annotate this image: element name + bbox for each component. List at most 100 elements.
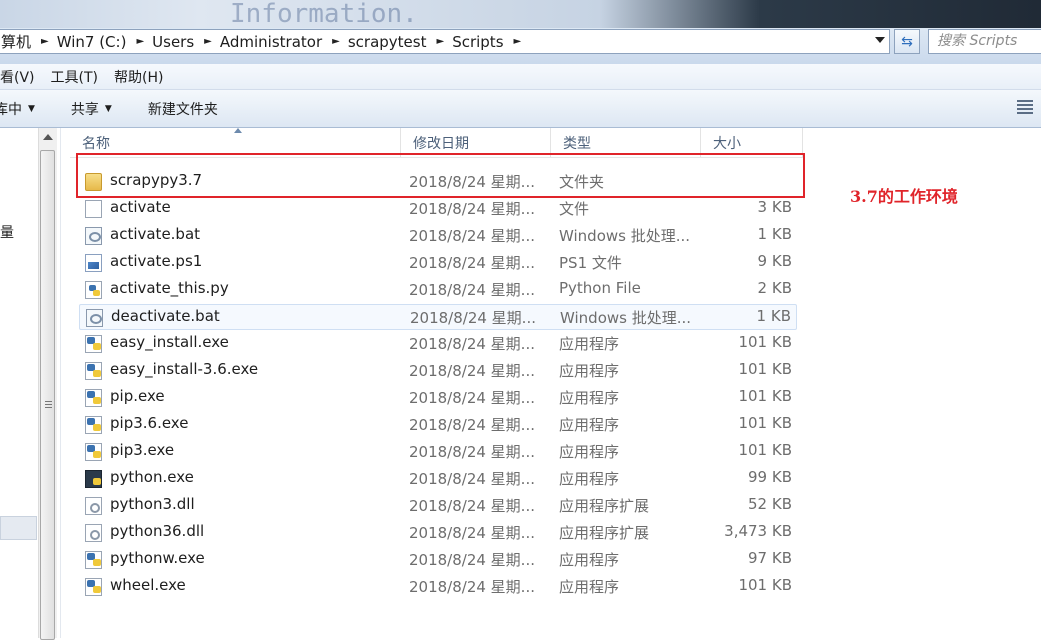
scrollbar-thumb[interactable] — [40, 150, 55, 640]
breadcrumb-scrapytest[interactable]: scrapytest ► — [344, 30, 448, 53]
chevron-right-icon[interactable]: ► — [136, 36, 144, 47]
file-row[interactable]: easy_install.exe 2018/8/24 星期... 应用程序 10… — [79, 331, 797, 357]
breadcrumb-drive[interactable]: Win7 (C:) ► — [53, 30, 148, 53]
chevron-right-icon[interactable]: ► — [41, 36, 49, 47]
chevron-right-icon[interactable]: ► — [514, 36, 522, 47]
menu-help[interactable]: 帮助(H) — [106, 67, 171, 87]
file-size: 101 KB — [738, 387, 792, 405]
file-date: 2018/8/24 星期... — [409, 200, 535, 218]
file-row[interactable]: activate 2018/8/24 星期... 文件 3 KB — [79, 196, 797, 222]
breadcrumb-users[interactable]: Users ► — [148, 30, 216, 53]
file-name: activate.bat — [110, 225, 201, 243]
dll-file-icon — [85, 524, 102, 542]
file-size: 1 KB — [757, 225, 792, 243]
navigation-scrollbar[interactable] — [38, 128, 57, 640]
python-file-icon — [85, 281, 102, 299]
chevron-right-icon[interactable]: ► — [332, 36, 340, 47]
file-date: 2018/8/24 星期... — [409, 578, 535, 596]
breadcrumb-computer[interactable]: 算机 ► — [0, 30, 53, 53]
file-icon — [85, 200, 102, 218]
refresh-button[interactable]: ⇆ — [894, 29, 920, 54]
search-input[interactable]: 搜索 Scripts — [928, 29, 1041, 54]
menu-view[interactable]: 看(V) — [0, 67, 43, 87]
file-row[interactable]: python.exe 2018/8/24 星期... 应用程序 99 KB — [79, 466, 797, 492]
file-row[interactable]: python3.dll 2018/8/24 星期... 应用程序扩展 52 KB — [79, 493, 797, 519]
new-folder-button[interactable]: 新建文件夹 — [148, 99, 218, 119]
share-button[interactable]: 共享 ▼ — [71, 99, 112, 119]
command-toolbar: 库中 ▼ 共享 ▼ 新建文件夹 — [0, 90, 1041, 128]
menu-tools[interactable]: 工具(T) — [43, 67, 106, 87]
file-date: 2018/8/24 星期... — [409, 362, 535, 380]
chevron-right-icon[interactable]: ► — [436, 36, 444, 47]
breadcrumb-scripts[interactable]: Scripts ► — [448, 30, 525, 53]
file-size: 99 KB — [748, 468, 792, 486]
file-name: easy_install-3.6.exe — [110, 360, 259, 378]
file-size: 101 KB — [738, 576, 792, 594]
file-size: 3,473 KB — [724, 522, 792, 540]
file-date: 2018/8/24 星期... — [409, 254, 535, 272]
python-console-icon — [85, 470, 102, 488]
file-row[interactable]: wheel.exe 2018/8/24 星期... 应用程序 101 KB — [79, 574, 797, 600]
file-name: deactivate.bat — [111, 307, 220, 325]
file-type: 应用程序 — [559, 362, 620, 380]
file-type: Windows 批处理... — [559, 227, 691, 245]
background-window-strip: Information. — [0, 0, 1041, 28]
dropdown-arrow-icon: ▼ — [104, 103, 112, 114]
file-row[interactable]: easy_install-3.6.exe 2018/8/24 星期... 应用程… — [79, 358, 797, 384]
file-size: 101 KB — [738, 360, 792, 378]
file-type: 应用程序 — [559, 551, 620, 569]
file-type: Windows 批处理... — [560, 309, 692, 327]
nav-item-selected[interactable] — [0, 516, 37, 540]
change-view-icon[interactable] — [1017, 100, 1033, 114]
file-row[interactable]: activate_this.py 2018/8/24 星期... Python … — [79, 277, 797, 303]
file-row[interactable]: pip3.6.exe 2018/8/24 星期... 应用程序 101 KB — [79, 412, 797, 438]
file-type: 应用程序 — [559, 578, 620, 596]
file-type: 应用程序 — [559, 470, 620, 488]
python-exe-icon — [85, 578, 102, 596]
chevron-right-icon[interactable]: ► — [204, 36, 212, 47]
dll-file-icon — [85, 497, 102, 515]
file-size: 3 KB — [757, 198, 792, 216]
organize-button[interactable]: 库中 ▼ — [0, 99, 35, 119]
file-size: 9 KB — [757, 252, 792, 270]
file-size: 101 KB — [738, 414, 792, 432]
batch-file-icon — [86, 309, 103, 327]
file-row-selected[interactable]: deactivate.bat 2018/8/24 星期... Windows 批… — [79, 304, 797, 330]
file-row[interactable]: pip.exe 2018/8/24 星期... 应用程序 101 KB — [79, 385, 797, 411]
address-bar[interactable]: 算机 ► Win7 (C:) ► Users ► Administrator ► scr… — [0, 29, 890, 54]
file-type: 应用程序 — [559, 416, 620, 434]
file-name: easy_install.exe — [110, 333, 229, 351]
file-row[interactable]: pythonw.exe 2018/8/24 星期... 应用程序 97 KB — [79, 547, 797, 573]
scroll-up-icon[interactable] — [43, 134, 53, 140]
background-window-text: Information. — [230, 0, 418, 29]
batch-file-icon — [85, 227, 102, 245]
python-exe-icon — [85, 335, 102, 353]
file-type: 应用程序扩展 — [559, 524, 650, 542]
file-date: 2018/8/24 星期... — [409, 281, 535, 299]
menu-bar: 看(V) 工具(T) 帮助(H) — [0, 64, 1041, 90]
python-exe-icon — [85, 551, 102, 569]
grip-icon — [45, 401, 52, 410]
file-row[interactable]: python36.dll 2018/8/24 星期... 应用程序扩展 3,47… — [79, 520, 797, 546]
address-history-dropdown-icon[interactable] — [875, 37, 885, 43]
file-size: 2 KB — [757, 279, 792, 297]
file-date: 2018/8/24 星期... — [409, 443, 535, 461]
file-name: activate.ps1 — [110, 252, 203, 270]
nav-item-partial[interactable]: 量 — [0, 222, 14, 242]
file-size: 97 KB — [748, 549, 792, 567]
file-type: 应用程序 — [559, 389, 620, 407]
file-name: wheel.exe — [110, 576, 186, 594]
file-type: PS1 文件 — [559, 254, 622, 272]
file-row[interactable]: activate.ps1 2018/8/24 星期... PS1 文件 9 KB — [79, 250, 797, 276]
file-date: 2018/8/24 星期... — [409, 497, 535, 515]
file-date: 2018/8/24 星期... — [409, 227, 535, 245]
file-date: 2018/8/24 星期... — [409, 416, 535, 434]
breadcrumb-administrator[interactable]: Administrator ► — [216, 30, 344, 53]
file-name: pip.exe — [110, 387, 165, 405]
file-date: 2018/8/24 星期... — [409, 335, 535, 353]
file-name: python36.dll — [110, 522, 205, 540]
file-row[interactable]: activate.bat 2018/8/24 星期... Windows 批处理… — [79, 223, 797, 249]
python-exe-icon — [85, 362, 102, 380]
file-name: pip3.exe — [110, 441, 175, 459]
file-row[interactable]: pip3.exe 2018/8/24 星期... 应用程序 101 KB — [79, 439, 797, 465]
